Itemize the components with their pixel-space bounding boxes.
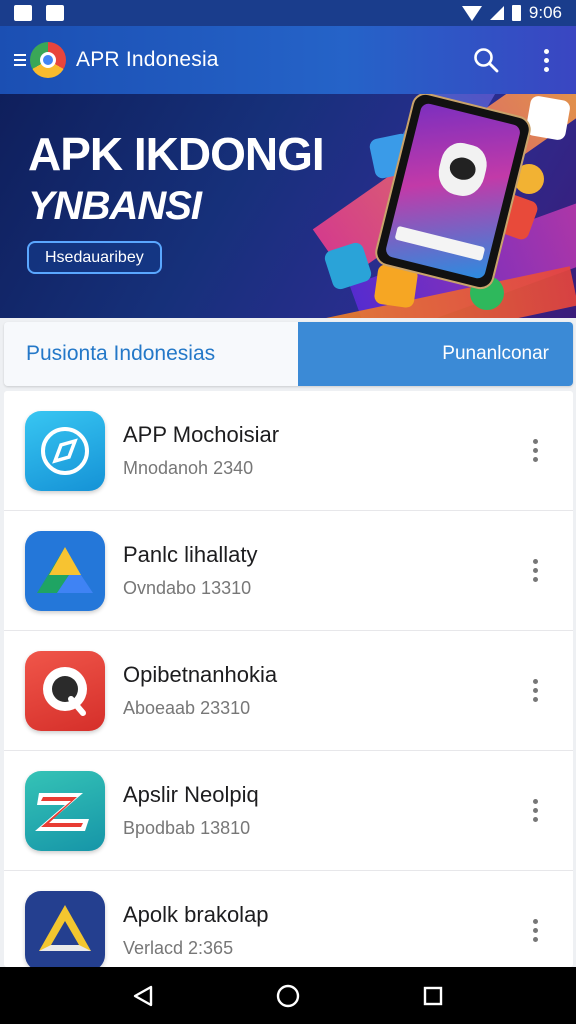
list-item[interactable]: APP Mochoisiar Mnodanoh 2340: [4, 391, 573, 511]
quora-app-icon: [25, 650, 105, 731]
app-meta: Verlacd 2:365: [123, 938, 234, 958]
tab-indonesia[interactable]: Pusionta Indonesias: [4, 322, 298, 386]
status-bar: 9:06: [0, 0, 576, 26]
more-vert-icon: [543, 48, 549, 72]
z-app-icon: [25, 770, 105, 851]
app-name: Panlc lihallaty: [123, 542, 258, 567]
more-vert-icon[interactable]: [523, 551, 547, 591]
search-icon: [474, 48, 499, 73]
tab-secondary[interactable]: Punanlconar: [298, 322, 573, 386]
app-name: Apslir Neolpiq: [123, 782, 259, 807]
banner-title-line1: APK IKDONGI: [28, 128, 325, 180]
wifi-icon: [461, 5, 482, 21]
recents-button[interactable]: [413, 976, 453, 1016]
banner-title-line2: YNBANSI: [28, 184, 202, 228]
image-notification-icon: [46, 5, 64, 21]
home-circle-icon: [276, 984, 300, 1007]
app-name: Apolk brakolap: [123, 902, 269, 927]
mascot-icon: [433, 138, 492, 201]
home-button[interactable]: [268, 976, 308, 1016]
app-meta: Bpodbab 13810: [123, 818, 251, 838]
app-meta: Mnodanoh 2340: [123, 458, 254, 478]
menu-icon[interactable]: [14, 54, 26, 66]
more-vert-icon[interactable]: [523, 911, 547, 951]
app-bar: APR Indonesia: [0, 26, 576, 94]
chrome-logo-icon: [30, 42, 66, 78]
app-meta: Aboeaab 23310: [123, 698, 251, 718]
banner-button[interactable]: Hsedauaribey: [27, 241, 162, 274]
back-triangle-icon: [133, 985, 152, 1006]
list-item[interactable]: Opibetnanhokia Aboeaab 23310: [4, 631, 573, 751]
app-name: Opibetnanhokia: [123, 662, 278, 687]
signal-icon: [489, 6, 504, 20]
status-time: 9:06: [528, 3, 562, 22]
back-button[interactable]: [123, 976, 163, 1016]
more-vert-icon[interactable]: [523, 671, 547, 711]
list-item[interactable]: Apslir Neolpiq Bpodbab 13810: [4, 751, 573, 871]
recents-square-icon: [424, 986, 443, 1005]
list-item[interactable]: Apolk brakolap Verlacd 2:365: [4, 871, 573, 967]
compass-app-icon: [25, 410, 105, 491]
promo-banner[interactable]: APK IKDONGI YNBANSI Hsedauaribey: [0, 94, 576, 318]
tab-bar: Pusionta Indonesias Punanlconar: [4, 322, 573, 386]
overflow-menu-button[interactable]: [530, 44, 562, 76]
list-item[interactable]: Panlc lihallaty Ovndabo 13310: [4, 511, 573, 631]
app-list: APP Mochoisiar Mnodanoh 2340 Panlc lihal…: [4, 391, 573, 967]
drive-app-icon: [25, 530, 105, 611]
app-name: APP Mochoisiar: [123, 422, 280, 447]
search-button[interactable]: [470, 44, 502, 76]
notification-m-icon: [14, 5, 32, 21]
banner-app-tile-icon: [524, 94, 572, 142]
battery-icon: [511, 5, 521, 21]
more-vert-icon[interactable]: [523, 791, 547, 831]
more-vert-icon[interactable]: [523, 431, 547, 471]
app-meta: Ovndabo 13310: [123, 578, 252, 598]
banner-title: APK IKDONGI YNBANSI: [28, 128, 325, 232]
app-title: APR Indonesia: [76, 48, 219, 71]
navigation-bar: [0, 967, 576, 1024]
triangle-app-icon: [25, 890, 105, 967]
